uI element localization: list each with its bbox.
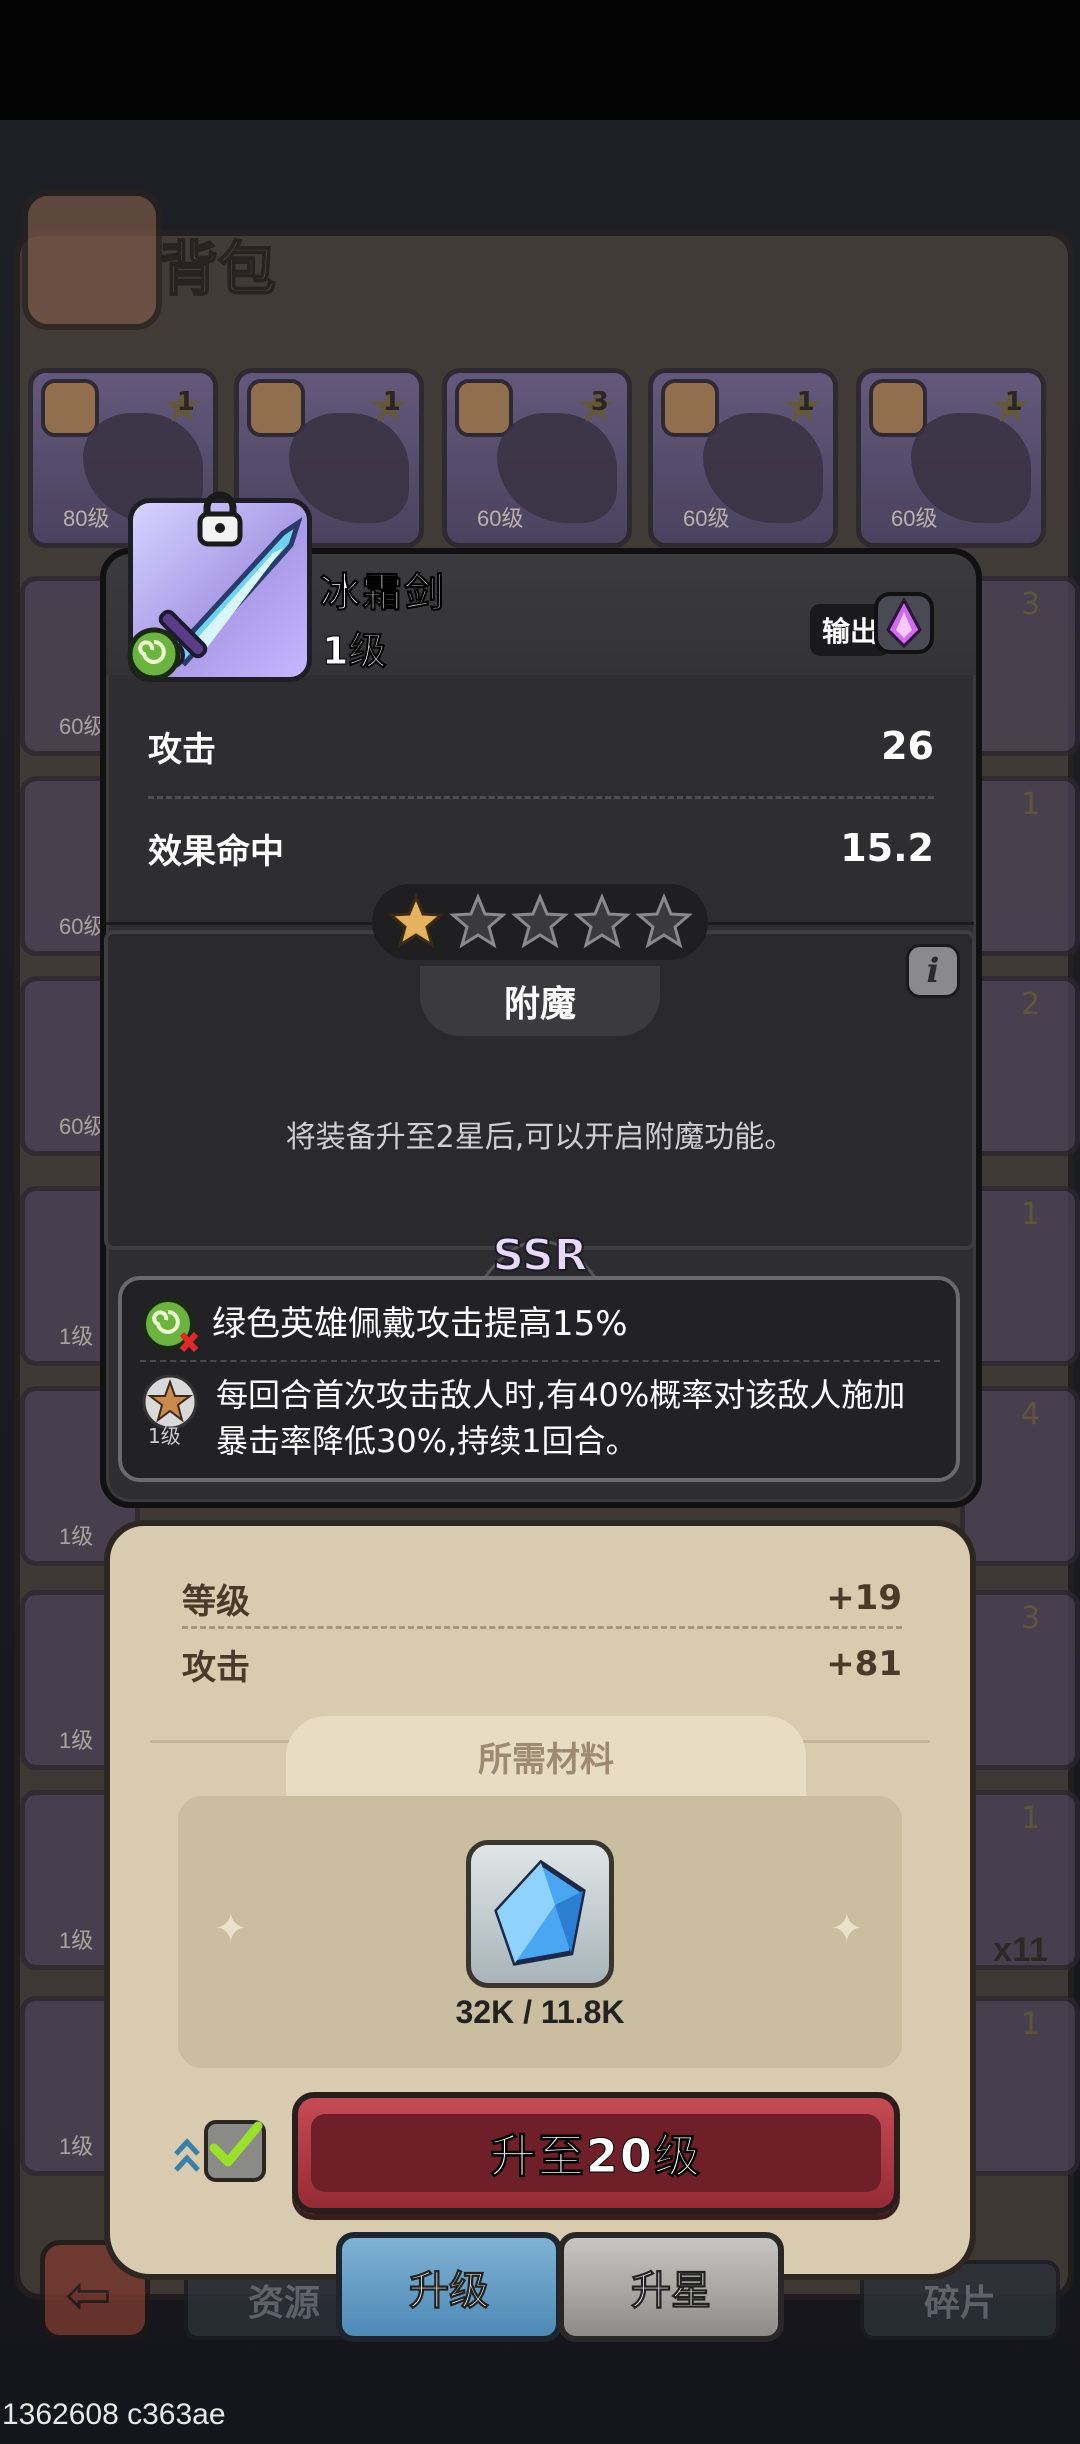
backpack-icon bbox=[22, 190, 162, 330]
info-button[interactable]: i bbox=[906, 944, 960, 998]
material-count: 32K / 11.8K bbox=[455, 1994, 625, 2030]
back-arrow-icon: ⇦ bbox=[65, 2263, 112, 2328]
nature-element-icon bbox=[142, 1298, 199, 1352]
hero-face-icon bbox=[869, 379, 927, 437]
footer-id: 1362608 c363ae bbox=[2, 2398, 226, 2431]
skill-1-text: 绿色英雄佩戴攻击提高15% bbox=[212, 1304, 628, 1344]
star-filled-icon bbox=[387, 893, 445, 949]
tab-star-up[interactable]: 升星 bbox=[558, 2232, 784, 2342]
upgrade-button-label: 升至20级 bbox=[311, 2114, 881, 2192]
slot-level: 80级 bbox=[63, 506, 110, 531]
star-badge-icon: ★ 1 bbox=[161, 379, 203, 433]
upgrade-button[interactable]: 升至20级 bbox=[292, 2092, 900, 2214]
enchant-description: 将装备升至2星后,可以开启附魔功能。 bbox=[285, 1120, 795, 1155]
nature-element-icon bbox=[127, 627, 181, 681]
star-empty-icon bbox=[635, 893, 693, 949]
skill-2-text: 每回合首次攻击敌人时,有40%概率对该敌人施加暴击率降低30%,持续1回合。 bbox=[216, 1376, 906, 1460]
slot-level: 60级 bbox=[683, 506, 730, 531]
item-name: 冰霜剑 bbox=[320, 570, 446, 617]
divider bbox=[182, 1626, 902, 1629]
sparkle-icon: ✦ bbox=[830, 1906, 864, 1952]
star-badge-icon: ★ 1 bbox=[367, 379, 409, 433]
status-bar bbox=[0, 0, 1080, 120]
star-empty-icon bbox=[449, 893, 507, 949]
divider bbox=[148, 796, 934, 799]
lock-icon[interactable] bbox=[190, 488, 250, 548]
stat-effect-hit: 效果命中 15.2 bbox=[148, 826, 934, 872]
inventory-slot[interactable]: ★ 1 60级 bbox=[856, 368, 1046, 548]
inventory-slot[interactable]: 1 x11 bbox=[960, 1790, 1080, 1970]
star-badge-icon: ★ 1 bbox=[781, 379, 823, 433]
divider bbox=[708, 922, 974, 925]
skill-2-level: 1级 bbox=[148, 1424, 181, 1448]
star-empty-icon bbox=[573, 893, 631, 949]
tab-upgrade[interactable]: 升级 bbox=[336, 2232, 562, 2342]
inventory-slot[interactable]: ★ 1 60级 bbox=[648, 368, 838, 548]
slot-level: 60级 bbox=[477, 506, 524, 531]
star-badge-icon: ★ 3 bbox=[575, 379, 617, 433]
crystal-material-icon[interactable] bbox=[466, 1840, 614, 1988]
quantity-label: x11 bbox=[993, 1931, 1048, 1969]
upgrade-attack-row: 攻击 +81 bbox=[182, 1644, 902, 1688]
auto-upgrade-checkbox[interactable] bbox=[204, 2120, 266, 2182]
hero-face-icon bbox=[661, 379, 719, 437]
sparkle-icon: ✦ bbox=[214, 1906, 248, 1952]
item-level: 1级 bbox=[321, 629, 387, 674]
inventory-slot[interactable]: ★ 3 60级 bbox=[442, 368, 632, 548]
hero-face-icon bbox=[247, 379, 305, 437]
enchant-title: 附魔 bbox=[420, 966, 660, 1036]
inventory-slot[interactable]: 3 bbox=[960, 1590, 1080, 1770]
hero-face-icon bbox=[41, 379, 99, 437]
double-chevron-up-icon bbox=[174, 2138, 200, 2172]
svg-text:SSR: SSR bbox=[492, 1230, 587, 1281]
role-damage-icon bbox=[874, 592, 934, 654]
upgrade-level-row: 等级 +19 bbox=[182, 1578, 902, 1622]
bag-title: 背包 bbox=[159, 234, 277, 304]
star-empty-icon bbox=[511, 893, 569, 949]
divider bbox=[140, 1360, 940, 1362]
hero-face-icon bbox=[455, 379, 513, 437]
checkmark-icon bbox=[209, 2121, 263, 2167]
star-rating bbox=[372, 884, 708, 960]
inventory-slot[interactable]: 1 bbox=[960, 1996, 1080, 2176]
divider bbox=[106, 922, 372, 925]
stat-attack: 攻击 26 bbox=[148, 724, 934, 770]
slot-level: 60级 bbox=[891, 506, 938, 531]
star-badge-icon: ★ 1 bbox=[989, 379, 1031, 433]
materials-title: 所需材料 bbox=[286, 1716, 806, 1796]
